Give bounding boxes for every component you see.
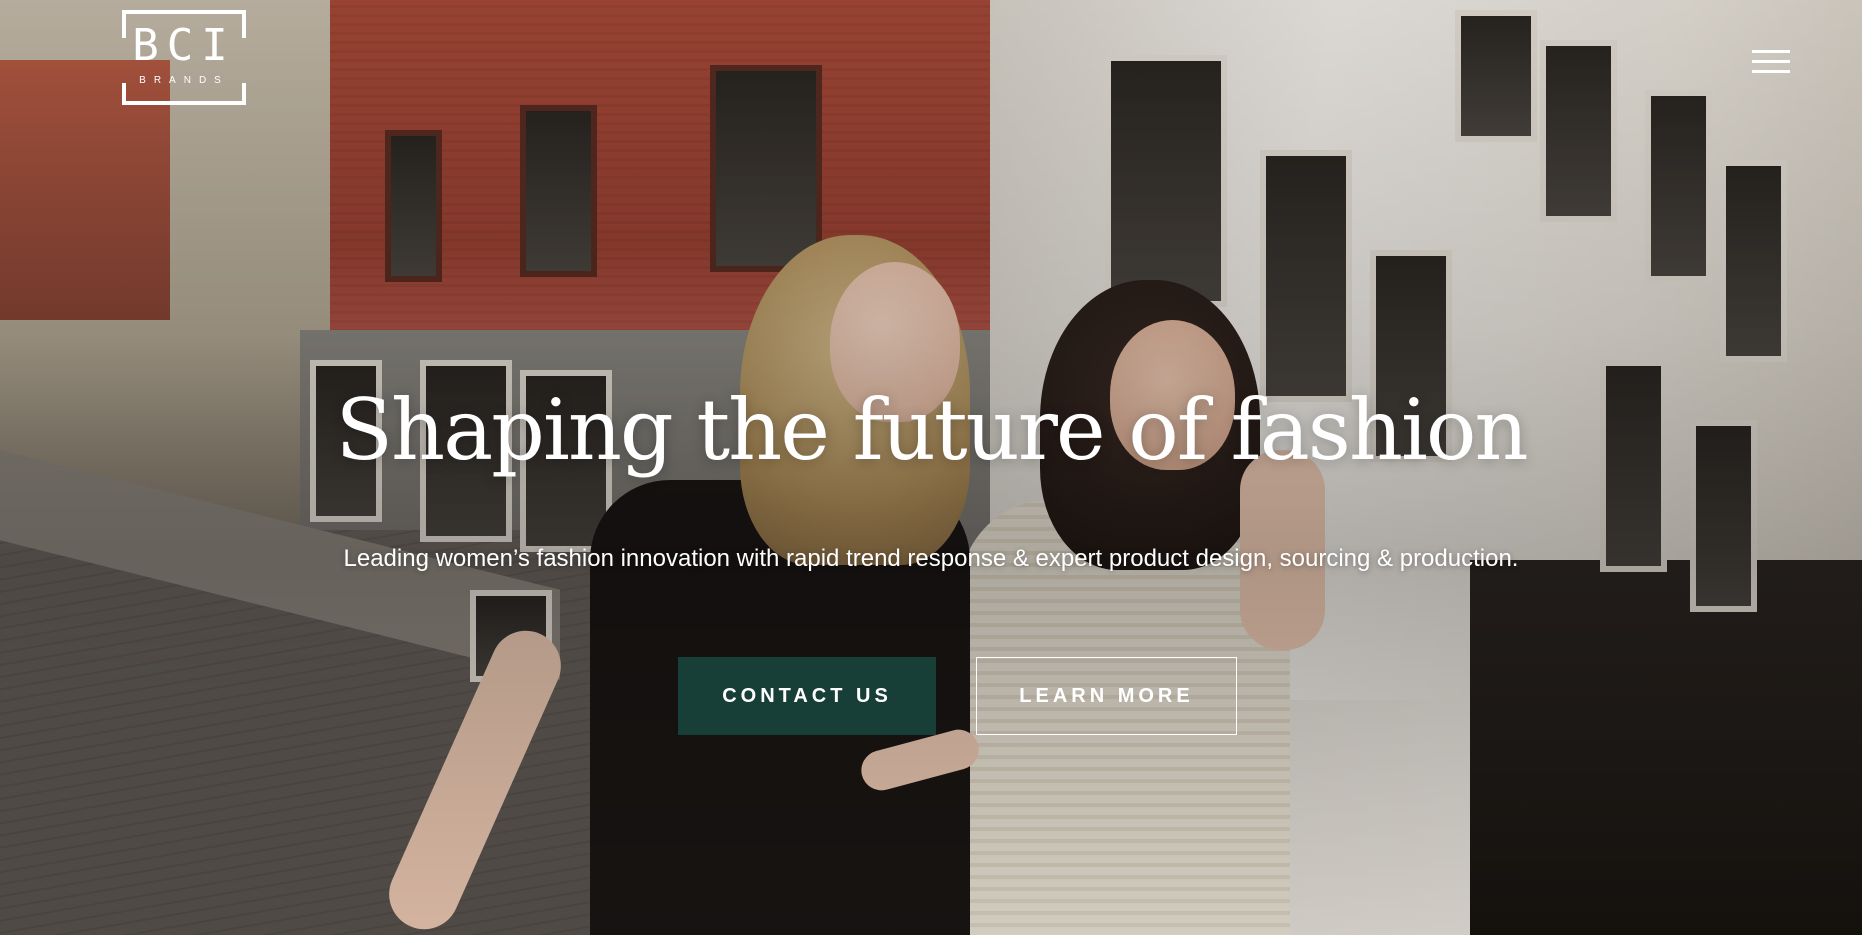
- contact-us-button[interactable]: CONTACT US: [678, 657, 936, 735]
- logo-subtext: BRANDS: [139, 75, 229, 86]
- hero-headline: Shaping the future of fashion: [335, 381, 1528, 479]
- brand-logo[interactable]: BCI BRANDS: [122, 10, 246, 105]
- learn-more-button[interactable]: LEARN MORE: [976, 657, 1237, 735]
- hero-section: BCI BRANDS Shaping the future of fashion…: [0, 0, 1862, 935]
- hamburger-menu-icon[interactable]: [1752, 50, 1790, 74]
- hero-subheadline: Leading women’s fashion innovation with …: [343, 545, 1519, 572]
- logo-wordmark: BCI: [132, 20, 236, 71]
